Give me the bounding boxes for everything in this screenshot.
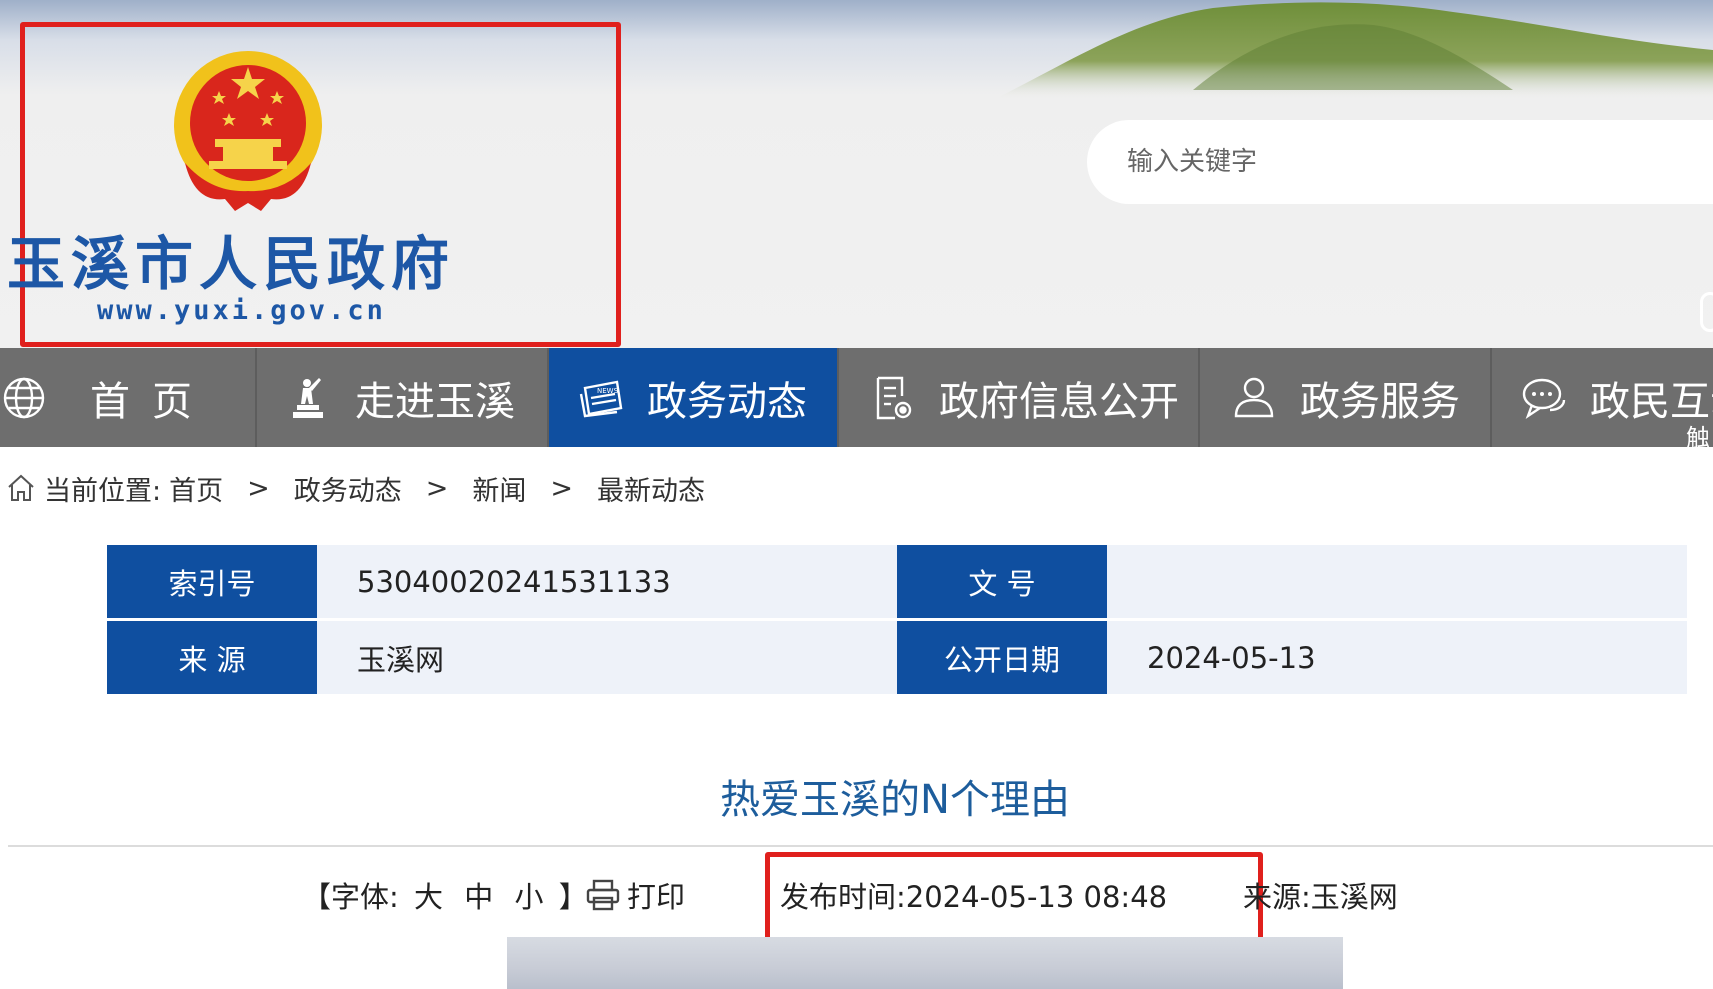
document-info-table: 索引号 53040020241531133 文 号 来 源 玉溪网 公开日期 2…: [107, 545, 1687, 697]
doc-number-value: [1107, 545, 1687, 618]
nav-label: 政务动态: [647, 378, 807, 425]
index-label: 索引号: [107, 545, 317, 618]
breadcrumb-news[interactable]: 新闻: [472, 469, 526, 508]
article-image: [507, 937, 1343, 989]
svg-text:NEWS: NEWS: [597, 387, 619, 395]
breadcrumb-separator: >: [425, 472, 449, 504]
nav-label: 政府信息公开: [939, 378, 1179, 425]
print-label: 打印: [627, 880, 686, 914]
publish-time: 发布时间:2024-05-13 08:48: [780, 880, 1168, 914]
printer-icon: [586, 879, 620, 911]
font-size-medium[interactable]: 中: [464, 880, 493, 914]
article-title: 热爱玉溪的N个理由: [720, 777, 1070, 823]
nav-item-gov-service[interactable]: 政务服务: [1200, 348, 1492, 447]
breadcrumb-home[interactable]: 首页: [169, 469, 223, 508]
source-value: 玉溪网: [357, 642, 445, 677]
mountain-banner-image: [993, 2, 1713, 100]
national-emblem-icon: [174, 51, 322, 211]
doc-number-label: 文 号: [897, 545, 1107, 618]
newspaper-icon: NEWS: [579, 380, 623, 417]
page: 玉溪市人民政府 www.yuxi.gov.cn 首页: [0, 0, 1713, 989]
font-size-control: 【字体: 大 中 小 】: [302, 874, 588, 916]
breadcrumb-gov-news[interactable]: 政务动态: [294, 469, 402, 508]
touch-mode-tag[interactable]: 触: [1686, 418, 1710, 453]
logo-highlight-box: 玉溪市人民政府 www.yuxi.gov.cn: [7, 22, 621, 347]
breadcrumb-latest[interactable]: 最新动态: [597, 469, 705, 508]
nav-label: 走进玉溪: [355, 378, 515, 425]
index-value: 53040020241531133: [357, 564, 671, 599]
source-label: 来 源: [107, 621, 317, 694]
info-row: 来 源 玉溪网 公开日期 2024-05-13: [107, 621, 1687, 694]
breadcrumb-prefix: 当前位置:: [44, 475, 162, 507]
site-url: www.yuxi.gov.cn: [97, 295, 386, 326]
nav-item-news[interactable]: NEWS 政务动态: [549, 348, 839, 447]
nav-item-interaction[interactable]: 政民互动: [1492, 348, 1713, 447]
globe-icon: [3, 377, 45, 418]
publish-date-label: 公开日期: [897, 621, 1107, 694]
article-source: 来源:玉溪网: [1243, 880, 1398, 914]
breadcrumb-separator: >: [247, 472, 270, 504]
breadcrumb: 当前位置: 首页 > 政务动态 > 新闻 > 最新动态: [6, 469, 705, 508]
person-icon: [1234, 377, 1274, 417]
breadcrumb-separator: >: [550, 472, 573, 504]
site-name: 玉溪市人民政府: [7, 230, 456, 298]
font-size-large[interactable]: 大: [414, 880, 443, 914]
nav-item-home[interactable]: 首页: [0, 348, 257, 447]
home-icon: [8, 474, 34, 501]
nav-item-info-disclosure[interactable]: 政府信息公开: [839, 348, 1200, 447]
title-divider: [8, 845, 1713, 847]
edge-arc-decoration: [1700, 292, 1713, 332]
search-input[interactable]: [1127, 142, 1687, 182]
print-button[interactable]: 打印: [585, 874, 685, 916]
article-meta-bar: 【字体: 大 中 小 】 打印 发布时间:2024-05-13 08:48 来源…: [0, 852, 1713, 948]
font-label-close: 】: [558, 880, 588, 914]
main-nav: 首页 走进玉溪 NEWS 政务动态 政府信息公开 政务服务 政民互: [0, 348, 1713, 447]
font-size-small[interactable]: 小: [514, 880, 543, 914]
site-header: 玉溪市人民政府 www.yuxi.gov.cn: [0, 0, 1713, 348]
info-row: 索引号 53040020241531133 文 号: [107, 545, 1687, 618]
statue-icon: [293, 377, 323, 418]
nav-label: 政务服务: [1300, 378, 1460, 425]
document-icon: [876, 376, 912, 419]
font-label: 【字体:: [302, 880, 399, 914]
nav-label: 首页: [90, 378, 214, 425]
publish-date-value: 2024-05-13: [1147, 640, 1316, 675]
search-box: [1087, 120, 1713, 204]
nav-item-intro[interactable]: 走进玉溪: [257, 348, 549, 447]
chat-icon: [1522, 378, 1566, 419]
